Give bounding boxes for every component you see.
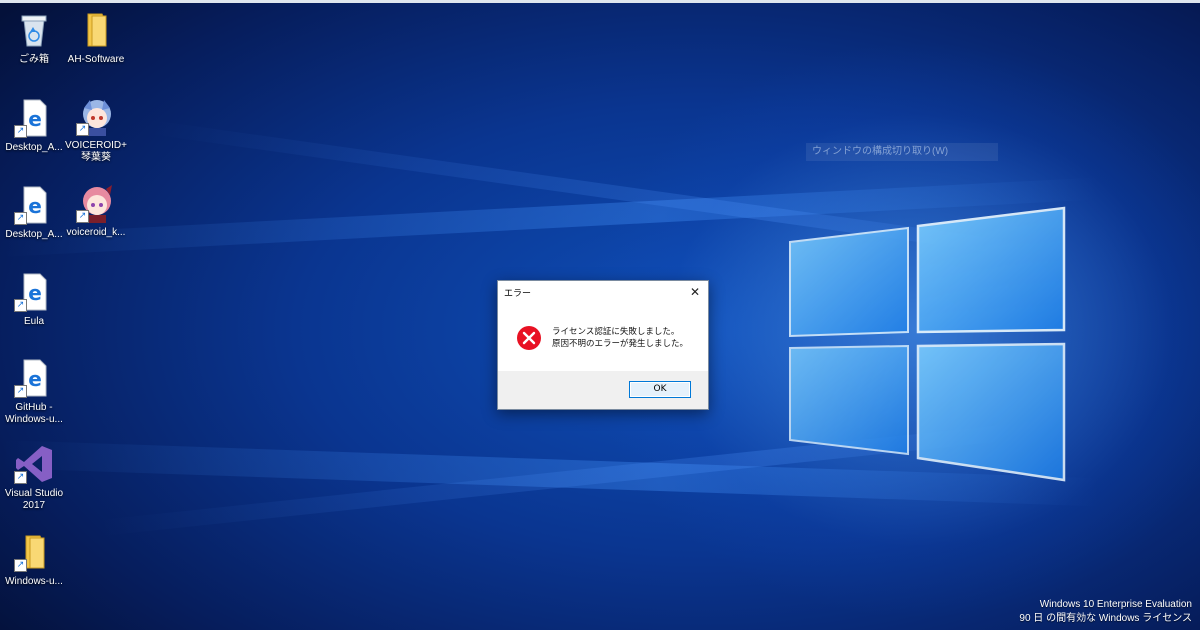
desktop-icon-label: voiceroid_k... xyxy=(66,227,126,238)
desktop-icon-label: GitHub - Windows-u... xyxy=(5,402,63,425)
desktop-icon-recycle-bin[interactable]: ごみ箱 xyxy=(0,10,68,66)
error-dialog[interactable]: エラー ✕ ライセンス認証に失敗しました。 原因不明のエラーが発生しました。 O… xyxy=(497,280,709,410)
desktop-icon-label: Desktop_A... xyxy=(5,142,63,153)
watermark-line: Windows 10 Enterprise Evaluation xyxy=(1039,599,1192,610)
dialog-titlebar[interactable]: エラー ✕ xyxy=(498,281,708,303)
svg-text:e: e xyxy=(28,281,42,305)
dialog-message: ライセンス認証に失敗しました。 原因不明のエラーが発生しました。 xyxy=(552,326,688,350)
shortcut-arrow-icon: ↗ xyxy=(14,559,27,572)
voiceroid-akane-icon: ↗ xyxy=(76,183,116,223)
desktop-icon-eula[interactable]: e ↗ Eula xyxy=(0,272,68,328)
desktop-icon-voiceroid-aoi[interactable]: ↗ VOICEROID+ 琴葉葵 xyxy=(62,96,130,164)
svg-text:e: e xyxy=(28,107,42,131)
shortcut-arrow-icon: ↗ xyxy=(14,385,27,398)
svg-text:e: e xyxy=(28,194,42,218)
desktop-icon-desktop-a-2[interactable]: e ↗ Desktop_A... xyxy=(0,185,68,241)
svg-text:e: e xyxy=(28,367,42,391)
shortcut-arrow-icon: ↗ xyxy=(14,299,27,312)
shortcut-arrow-icon: ↗ xyxy=(14,471,27,484)
dialog-title: エラー xyxy=(504,289,532,299)
desktop-icon-label: Visual Studio 2017 xyxy=(4,488,64,511)
folder-icon: ↗ xyxy=(14,532,54,572)
recycle-bin-icon xyxy=(14,10,54,50)
top-edge xyxy=(0,0,1200,3)
desktop-icon-desktop-a-1[interactable]: e ↗ Desktop_A... xyxy=(0,98,68,154)
message-line: ライセンス認証に失敗しました。 xyxy=(552,327,680,337)
desktop-background[interactable]: ウィンドウの構成切り取り(W) ごみ箱 AH-Software e ↗ Desk… xyxy=(0,0,1200,630)
dialog-footer: OK xyxy=(498,371,708,409)
edge-file-icon: e ↗ xyxy=(14,185,54,225)
windows-logo xyxy=(789,206,1066,482)
desktop-icon-windows-u[interactable]: ↗ Windows-u... xyxy=(0,532,68,588)
desktop-icon-label: Desktop_A... xyxy=(5,229,63,240)
desktop-icon-visual-studio[interactable]: ↗ Visual Studio 2017 xyxy=(0,444,68,512)
desktop-icon-github[interactable]: e ↗ GitHub - Windows-u... xyxy=(0,358,68,426)
desktop-icon-ah-software[interactable]: AH-Software xyxy=(62,10,130,66)
context-menu-item[interactable]: ウィンドウの構成切り取り(W) xyxy=(806,143,998,161)
desktop-icon-label: ごみ箱 xyxy=(19,54,49,65)
error-icon xyxy=(517,326,541,350)
desktop-icon-label: Windows-u... xyxy=(5,576,63,587)
folder-icon xyxy=(76,10,116,50)
desktop-icon-label: Eula xyxy=(23,316,44,327)
ok-button[interactable]: OK xyxy=(629,381,691,398)
desktop-icon-voiceroid-akane[interactable]: ↗ voiceroid_k... xyxy=(62,183,130,239)
edge-file-icon: e ↗ xyxy=(14,272,54,312)
shortcut-arrow-icon: ↗ xyxy=(14,212,27,225)
shortcut-arrow-icon: ↗ xyxy=(76,123,89,136)
visual-studio-icon: ↗ xyxy=(14,444,54,484)
close-icon[interactable]: ✕ xyxy=(686,283,704,301)
watermark-line: 90 日 の間有効な Windows ライセンス xyxy=(1019,613,1192,624)
shortcut-arrow-icon: ↗ xyxy=(14,125,27,138)
desktop-icon-label: AH-Software xyxy=(67,54,125,65)
message-line: 原因不明のエラーが発生しました。 xyxy=(552,339,689,349)
license-watermark: Windows 10 Enterprise Evaluation 90 日 の間… xyxy=(1019,598,1192,626)
shortcut-arrow-icon: ↗ xyxy=(76,210,89,223)
edge-file-icon: e ↗ xyxy=(14,98,54,138)
edge-file-icon: e ↗ xyxy=(14,358,54,398)
desktop-icon-label: VOICEROID+ 琴葉葵 xyxy=(65,140,127,163)
voiceroid-aoi-icon: ↗ xyxy=(76,96,116,136)
